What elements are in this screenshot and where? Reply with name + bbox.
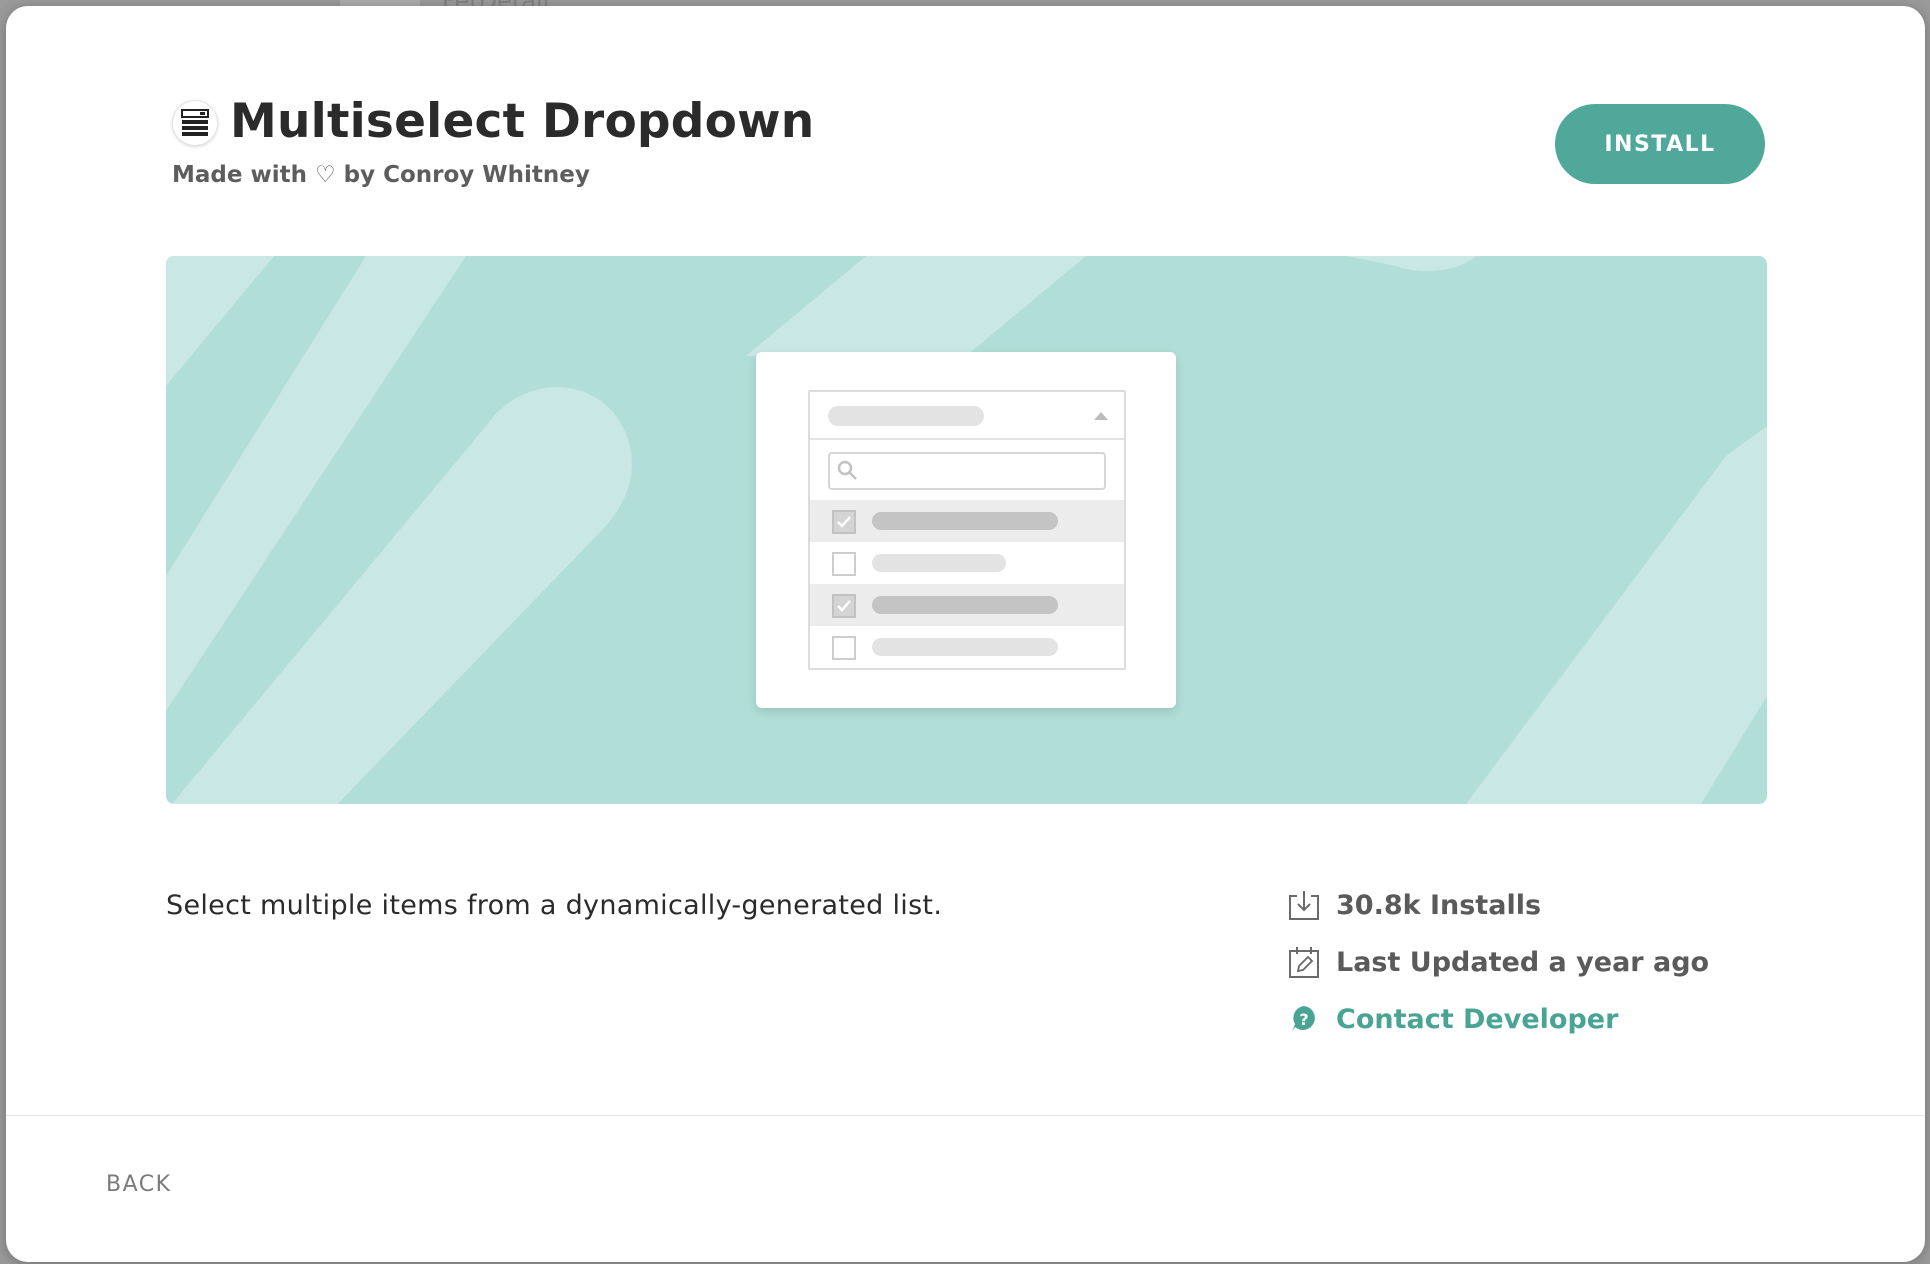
- caret-up-icon: [1094, 412, 1108, 420]
- app-stats: 30.8k Installs Last Updated a year ago ?: [1286, 886, 1806, 1057]
- option-row-illustration: [810, 584, 1124, 626]
- back-button[interactable]: BACK: [94, 1164, 184, 1205]
- placeholder-pill: [828, 406, 984, 426]
- app-header: Multiselect Dropdown Made with ♡ by Conr…: [166, 94, 1765, 214]
- last-updated-text: Last Updated a year ago: [1336, 946, 1710, 978]
- install-button[interactable]: INSTALL: [1555, 104, 1765, 184]
- search-icon: [837, 460, 857, 480]
- checkbox-empty-icon: [832, 552, 856, 576]
- option-row-illustration: [810, 626, 1124, 668]
- option-row-illustration: [810, 500, 1124, 542]
- option-pill: [872, 638, 1058, 656]
- author-credit: Made with ♡ by Conroy Whitney: [172, 162, 590, 188]
- calendar-edit-icon: [1286, 944, 1322, 980]
- footer-divider: [6, 1115, 1925, 1116]
- option-pill: [872, 596, 1058, 614]
- checkbox-checked-icon: [832, 594, 856, 618]
- help-circle-icon[interactable]: ?: [1286, 1001, 1322, 1037]
- dropdown-preview-card: [756, 352, 1176, 708]
- contact-developer-label[interactable]: Contact Developer: [1336, 1004, 1618, 1035]
- page-title: Multiselect Dropdown: [230, 94, 815, 149]
- option-pill: [872, 512, 1058, 530]
- app-description: Select multiple items from a dynamically…: [166, 890, 943, 921]
- multiselect-list-icon: [172, 100, 218, 146]
- checkbox-empty-icon: [832, 636, 856, 660]
- svg-text:?: ?: [1299, 1010, 1308, 1029]
- search-box-illustration: [828, 452, 1106, 490]
- option-pill: [872, 554, 1006, 572]
- dropdown-illustration: [808, 390, 1126, 670]
- app-detail-modal: Multiselect Dropdown Made with ♡ by Conr…: [6, 6, 1925, 1262]
- contact-developer-link[interactable]: ? Contact Developer: [1286, 1000, 1806, 1038]
- preview-banner: [166, 256, 1767, 804]
- checkbox-checked-icon: [832, 510, 856, 534]
- option-list-illustration: [810, 500, 1124, 668]
- option-row-illustration: [810, 542, 1124, 584]
- download-icon: [1286, 887, 1322, 923]
- search-illustration: [810, 440, 1124, 500]
- updated-stat: Last Updated a year ago: [1286, 943, 1806, 981]
- installs-stat: 30.8k Installs: [1286, 886, 1806, 924]
- installs-count: 30.8k Installs: [1336, 889, 1542, 921]
- dropdown-header-illustration: [810, 392, 1124, 440]
